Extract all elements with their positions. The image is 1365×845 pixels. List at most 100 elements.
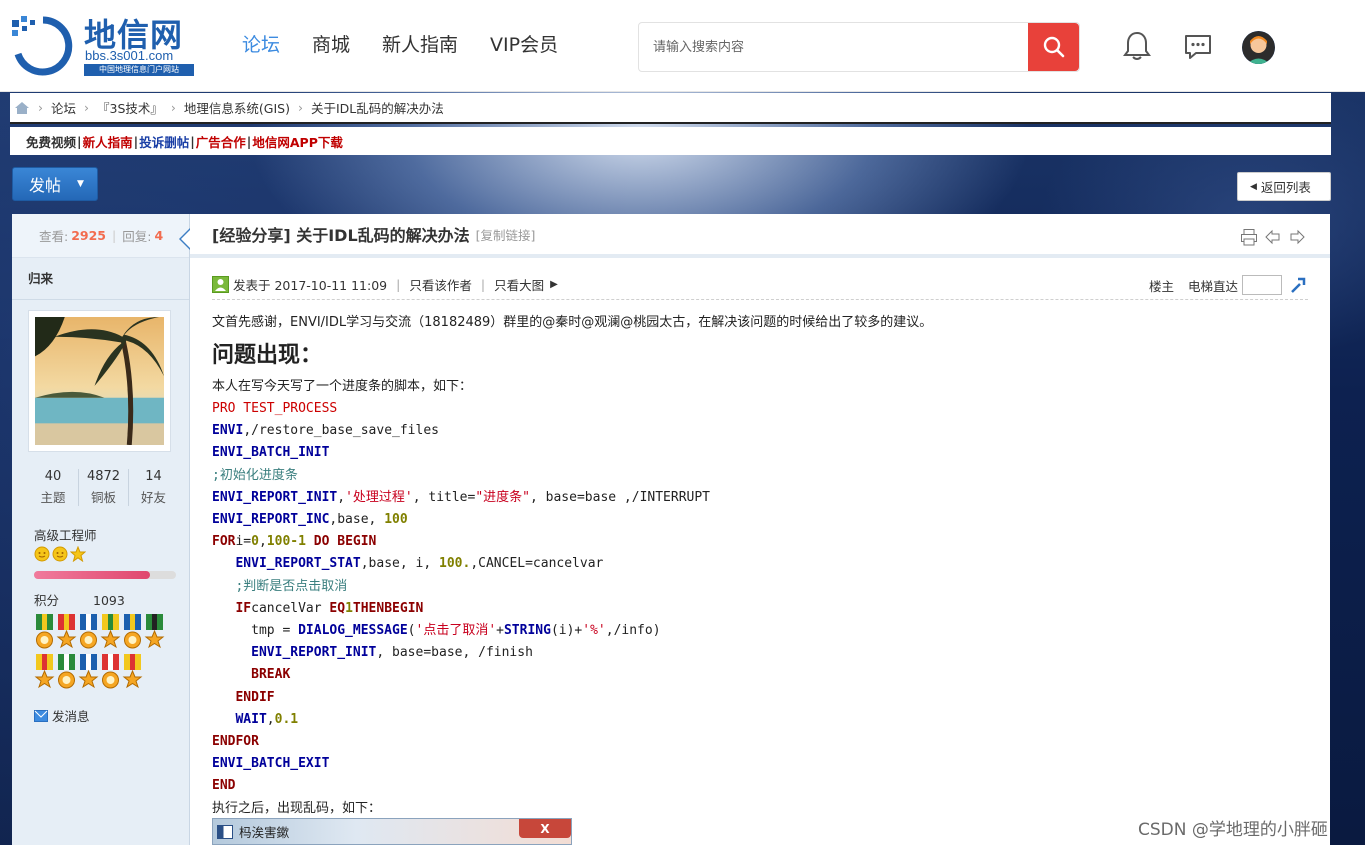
jump-icon[interactable]: [1288, 275, 1308, 295]
author-rank[interactable]: 高级工程师: [34, 525, 97, 544]
link-app-download[interactable]: 地信网APP下载: [252, 132, 343, 151]
link-free-video[interactable]: 免费视频: [26, 132, 76, 151]
medal-icon[interactable]: [122, 654, 143, 690]
copy-link[interactable]: [复制链接]: [476, 225, 536, 244]
level-progress-bar: [34, 571, 176, 579]
author-avatar[interactable]: [28, 310, 171, 452]
elevator-label: 电梯直达: [1187, 278, 1238, 294]
code-token: tmp =: [212, 623, 299, 639]
views-label: 查看:: [39, 229, 69, 244]
medal-list: [34, 614, 169, 694]
only-author-link[interactable]: 只看该作者: [409, 275, 472, 294]
replies-count: 4: [154, 228, 164, 243]
message-icon[interactable]: [1183, 33, 1213, 61]
code-token: THENBEGIN: [352, 600, 424, 616]
code-token: ENVI_BATCH_EXIT: [212, 756, 330, 772]
medal-icon[interactable]: [144, 614, 165, 650]
search-input[interactable]: [653, 37, 1013, 57]
breadcrumb-gis[interactable]: 地理信息系统(GIS): [184, 98, 290, 117]
code-token: +: [496, 623, 504, 639]
breadcrumb-current[interactable]: 关于IDL乱码的解决办法: [311, 98, 444, 117]
breadcrumb-separator: ›: [84, 100, 90, 115]
count-friends[interactable]: 14 好友: [128, 469, 178, 506]
code-token: ,/restore_base_save_files: [243, 423, 439, 439]
code-line: ENVI,/restore_base_save_files: [212, 420, 1308, 442]
bell-icon[interactable]: [1122, 30, 1152, 62]
arrow-right-icon[interactable]: [1288, 228, 1306, 246]
count-value: 4872: [86, 469, 121, 484]
medal-icon[interactable]: [34, 654, 55, 690]
code-token: ,/info): [605, 623, 661, 639]
code-line: ENVI_REPORT_INIT,'处理过程', title="进度条", ba…: [212, 487, 1308, 509]
post-category[interactable]: [经验分享]: [212, 226, 291, 245]
medal-icon[interactable]: [100, 654, 121, 690]
home-icon[interactable]: [14, 101, 30, 115]
arrow-left-icon[interactable]: [1264, 228, 1282, 246]
send-message-link[interactable]: 发消息: [34, 706, 90, 725]
large-image-link[interactable]: 只看大图: [494, 275, 544, 294]
medal-icon[interactable]: [56, 614, 77, 650]
code-block: PRO TEST_PROCESS ENVI,/restore_base_save_…: [212, 398, 1308, 798]
code-line: ENVI_BATCH_INIT: [212, 442, 1308, 464]
code-line: ;初始化进度条: [212, 465, 1308, 487]
link-advertising[interactable]: 广告合作: [196, 132, 246, 151]
count-topics[interactable]: 40 主题: [28, 469, 78, 506]
count-coins[interactable]: 4872 铜板: [78, 469, 128, 506]
user-avatar[interactable]: [1242, 31, 1275, 64]
code-token: '点击了取消': [415, 623, 497, 639]
level-progress-fill: [34, 571, 151, 579]
code-token: (: [407, 623, 416, 639]
code-line: ENVI_REPORT_INC,base, 100: [212, 509, 1308, 531]
nav-forum[interactable]: 论坛: [242, 30, 280, 57]
medal-icon[interactable]: [100, 614, 121, 650]
nav-mall[interactable]: 商城: [312, 30, 350, 57]
medal-icon[interactable]: [78, 614, 99, 650]
breadcrumb-separator: ›: [297, 100, 303, 115]
code-token: ENVI_REPORT_INC: [212, 512, 330, 528]
code-token: (i)+: [550, 623, 583, 639]
link-newbie-guide[interactable]: 新人指南: [83, 132, 133, 151]
envelope-icon: [34, 709, 48, 722]
sun-icon: [52, 546, 68, 562]
search-button[interactable]: [1028, 23, 1079, 71]
post-title-row: [经验分享] 关于IDL乱码的解决办法 [复制链接]: [190, 214, 1330, 258]
medal-icon[interactable]: [56, 654, 77, 690]
breadcrumb-3s-tech[interactable]: 『3S技术』: [97, 98, 163, 117]
code-token: 0: [251, 534, 259, 550]
logo-url: bbs.3s001.com: [85, 48, 174, 63]
link-report-post[interactable]: 投诉删帖: [139, 132, 189, 151]
caret-right-icon[interactable]: ▶: [550, 279, 558, 290]
medal-icon[interactable]: [122, 614, 143, 650]
logo-subtitle: 中国地理信息门户网站: [84, 64, 194, 76]
avatar-icon: [1242, 31, 1275, 64]
code-line: ;判断是否点击取消: [212, 576, 1308, 598]
floor-jump-input[interactable]: [1242, 275, 1282, 295]
medal-icon[interactable]: [78, 654, 99, 690]
code-token: , base=base, /finish: [376, 645, 533, 661]
code-token: , base=base ,/INTERRUPT: [530, 489, 711, 505]
back-to-list-button[interactable]: ◀ 返回列表: [1237, 172, 1331, 201]
code-token: ,base, i,: [360, 556, 439, 572]
author-sidebar: 查看: 2925 | 回复: 4 归来 40 主题 4872 铜板 14 好友 高级工…: [12, 214, 189, 845]
post-title: [经验分享] 关于IDL乱码的解决办法: [212, 222, 470, 246]
code-token: 1: [345, 600, 353, 616]
author-name[interactable]: 归来: [12, 258, 189, 300]
site-logo[interactable]: 地信网 bbs.3s001.com 中国地理信息门户网站: [10, 10, 200, 78]
print-icon[interactable]: [1240, 228, 1258, 246]
code-token: ENVI_REPORT_INIT: [251, 645, 377, 661]
code-line: ENDFOR: [212, 731, 1308, 753]
code-token: "进度条": [475, 489, 530, 505]
new-post-button[interactable]: 发帖 ▼: [12, 167, 98, 201]
breadcrumb-forum[interactable]: 论坛: [51, 98, 76, 117]
count-label: 好友: [140, 490, 166, 505]
chevron-down-icon: ▼: [77, 179, 84, 189]
nav-vip[interactable]: VIP会员: [490, 30, 558, 57]
code-token: 100-1: [266, 534, 306, 550]
medal-icon[interactable]: [34, 614, 55, 650]
dialog-title: 杩涘害鏉: [239, 825, 290, 840]
nav-newbie-guide[interactable]: 新人指南: [382, 30, 458, 57]
